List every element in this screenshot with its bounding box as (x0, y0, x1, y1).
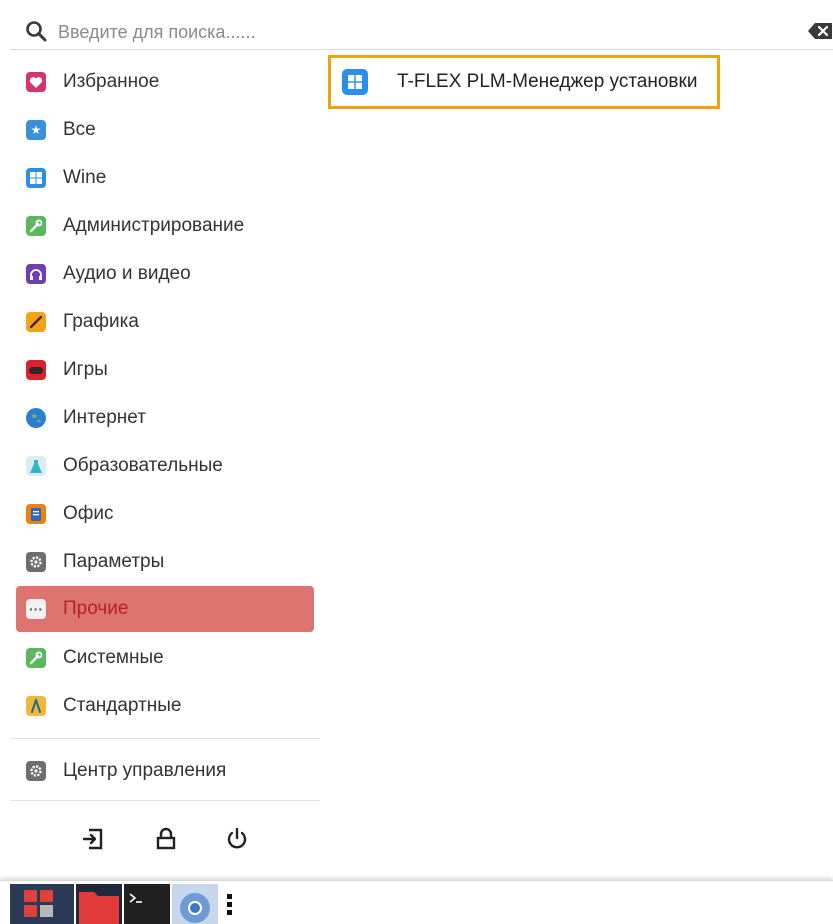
flask-icon (26, 456, 46, 476)
compass-icon (26, 696, 46, 716)
category-accessories[interactable]: Стандартные (16, 683, 314, 729)
category-office[interactable]: Офис (16, 491, 314, 537)
category-label: Wine (63, 167, 107, 188)
category-settings[interactable]: Параметры (16, 539, 314, 585)
category-education[interactable]: Образовательные (16, 443, 314, 489)
category-label: Администрирование (63, 215, 245, 236)
divider (10, 738, 320, 739)
lock-icon[interactable] (153, 826, 179, 852)
category-label: Образовательные (63, 455, 223, 476)
settings-gear-icon (26, 552, 46, 572)
file-manager-icon[interactable] (76, 884, 122, 924)
document-icon (26, 504, 46, 524)
star-icon: ★ (26, 120, 46, 140)
category-label: Все (63, 119, 96, 140)
app-result-tflex-plm-installer[interactable]: T-FLEX PLM-Менеджер установки (328, 55, 720, 109)
pencil-icon (26, 312, 46, 332)
category-all[interactable]: ★ Все (16, 107, 314, 153)
start-menu-icon[interactable] (10, 884, 74, 924)
category-label: Прочие (63, 598, 129, 619)
wrench-icon (26, 216, 46, 236)
gamepad-icon (26, 360, 46, 380)
headphones-icon (26, 264, 46, 284)
category-internet[interactable]: Интернет (16, 395, 314, 441)
category-wine[interactable]: Wine (16, 155, 314, 201)
category-label: Офис (63, 503, 114, 524)
search-input[interactable] (56, 18, 760, 46)
logout-icon[interactable] (80, 826, 106, 852)
category-label: Игры (63, 359, 108, 380)
clear-search-icon[interactable] (807, 22, 833, 40)
category-label: Стандартные (63, 695, 182, 716)
windows-icon (342, 69, 368, 95)
windows-icon (26, 168, 46, 188)
search-bar[interactable] (10, 10, 833, 50)
control-center[interactable]: Центр управления (16, 748, 314, 794)
category-label: Системные (63, 647, 164, 668)
more-dots-icon: ··· (26, 599, 46, 619)
category-label: Избранное (63, 71, 160, 92)
search-icon (26, 21, 47, 42)
power-icon[interactable] (224, 826, 250, 852)
category-other[interactable]: ··· Прочие (16, 586, 314, 632)
category-graphics[interactable]: Графика (16, 299, 314, 345)
more-vertical-icon[interactable] (222, 884, 238, 924)
terminal-icon[interactable] (124, 884, 170, 924)
wrench-icon (26, 648, 46, 668)
category-label: Аудио и видео (63, 263, 191, 284)
heart-icon (26, 72, 46, 92)
category-label: Параметры (63, 551, 165, 572)
category-label: Интернет (63, 407, 146, 428)
category-games[interactable]: Игры (16, 347, 314, 393)
divider (10, 800, 320, 801)
category-favorites[interactable]: Избранное (16, 59, 314, 105)
category-system[interactable]: Системные (16, 635, 314, 681)
chromium-icon[interactable] (172, 884, 218, 924)
category-audio-video[interactable]: Аудио и видео (16, 251, 314, 297)
control-center-label: Центр управления (63, 760, 227, 781)
taskbar (0, 880, 833, 924)
globe-icon (26, 408, 46, 428)
app-result-label: T-FLEX PLM-Менеджер установки (397, 71, 698, 92)
category-administration[interactable]: Администрирование (16, 203, 314, 249)
category-label: Графика (63, 311, 139, 332)
settings-gear-icon (26, 761, 46, 781)
